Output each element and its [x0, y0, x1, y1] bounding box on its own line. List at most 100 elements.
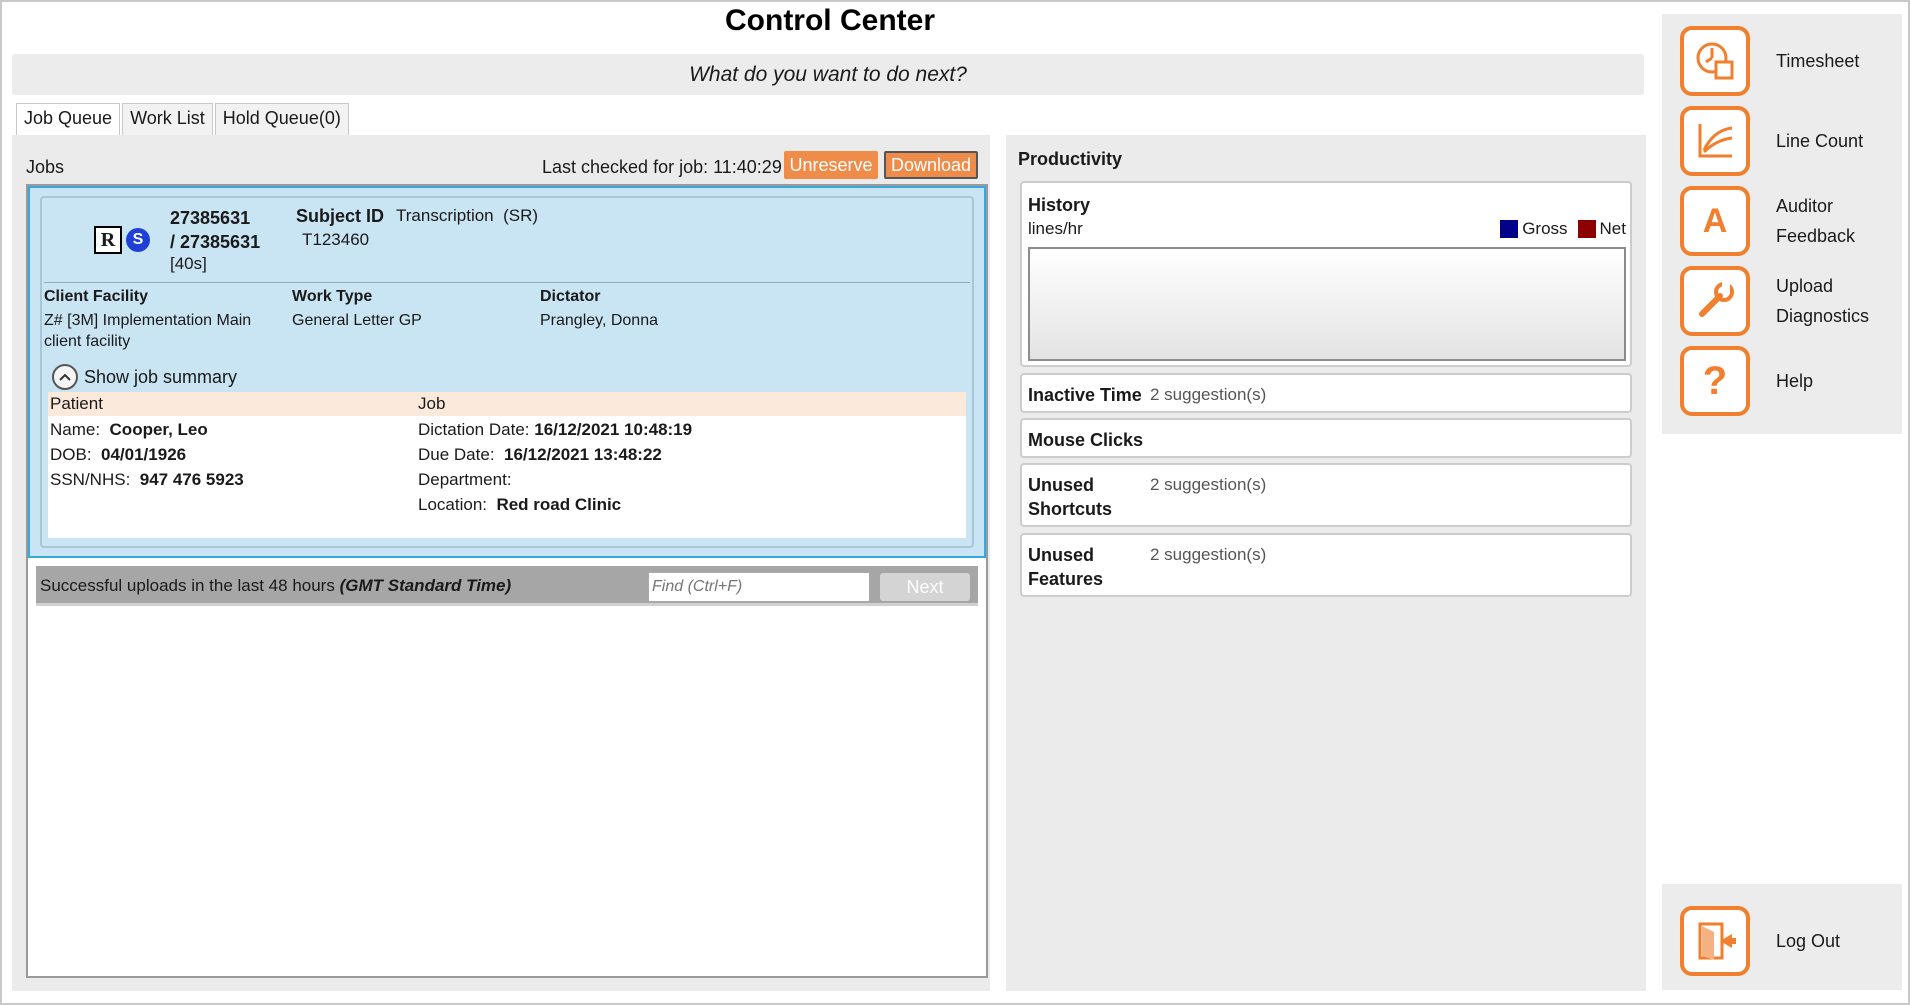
find-input[interactable] — [648, 572, 870, 602]
sidebar-item-help[interactable]: ? Help — [1680, 346, 1813, 416]
unused-features-label-1: Unused — [1028, 545, 1095, 565]
dictator-label: Dictator — [540, 288, 601, 305]
unused-shortcuts-label-1: Unused — [1028, 475, 1095, 495]
timesheet-label: Timesheet — [1776, 51, 1860, 71]
sidebar-item-line-count[interactable]: Line Count — [1680, 106, 1863, 176]
jobs-panel: Jobs Last checked for job: 11:40:29 Unre… — [12, 135, 990, 991]
tab-hold-queue[interactable]: Hold Queue(0) — [214, 103, 349, 135]
wrench-icon — [1680, 266, 1750, 336]
uploads-label: Successful uploads in the last 48 hours — [40, 576, 335, 595]
show-job-summary-label: Show job summary — [84, 366, 238, 387]
show-job-summary-toggle[interactable]: Show job summary — [52, 364, 237, 390]
line-count-icon — [1680, 106, 1750, 176]
upload-diagnostics-label-1: Upload — [1776, 276, 1834, 296]
location-row: Location: Red road Clinic — [418, 495, 621, 515]
productivity-title: Productivity — [1018, 149, 1123, 169]
inactive-time-box[interactable]: Inactive Time 2 suggestion(s) — [1020, 373, 1632, 413]
inactive-time-label: Inactive Time — [1028, 385, 1142, 405]
uploads-bar: Successful uploads in the last 48 hours … — [36, 566, 978, 606]
history-title: History — [1028, 195, 1091, 215]
unused-features-box[interactable]: Unused Features 2 suggestion(s) — [1020, 533, 1632, 597]
name-label: Name: — [50, 420, 101, 439]
upload-diagnostics-label: Upload Diagnostics — [1776, 271, 1869, 331]
productivity-panel: Productivity History lines/hr Gross Net … — [1006, 135, 1646, 991]
uploads-timezone: (GMT Standard Time) — [339, 576, 512, 595]
next-button[interactable]: Next — [880, 573, 970, 601]
tab-work-list[interactable]: Work List — [122, 103, 213, 135]
timesheet-icon — [1680, 26, 1750, 96]
tab-bar: Job Queue Work List Hold Queue(0) — [16, 103, 351, 135]
job-id-line2: / 27385631 — [170, 232, 261, 252]
auditor-glyph: A — [1702, 201, 1728, 240]
line-count-label: Line Count — [1776, 131, 1864, 151]
location-value: Red road Clinic — [496, 495, 622, 514]
subject-id-value: T123460 — [302, 230, 370, 249]
history-legend: Gross Net — [1490, 219, 1626, 239]
unused-features-label-2: Features — [1028, 569, 1104, 589]
patient-header: Patient — [50, 394, 103, 413]
auditor-feedback-icon: A — [1680, 186, 1750, 256]
transcription-label: Transcription — [396, 206, 494, 225]
work-type-value: General Letter GP — [292, 312, 422, 329]
page-title: Control Center — [725, 4, 935, 37]
transcription-mode: (SR) — [503, 206, 539, 225]
jobs-label: Jobs — [26, 157, 65, 177]
logout-icon — [1680, 906, 1750, 976]
job-age: [40s] — [170, 254, 207, 273]
sidebar-item-timesheet[interactable]: Timesheet — [1680, 26, 1859, 96]
unused-shortcuts-label-2: Shortcuts — [1028, 499, 1113, 519]
unused-shortcuts-label: Unused Shortcuts — [1028, 473, 1112, 521]
net-swatch — [1577, 220, 1596, 238]
r-badge-icon: R — [94, 226, 122, 254]
unused-features-label: Unused Features — [1028, 543, 1103, 591]
inactive-time-suggestions: 2 suggestion(s) — [1150, 385, 1267, 404]
client-facility-label: Client Facility — [44, 288, 149, 305]
jobs-list: R S 27385631 / 27385631 [40s] Subject ID… — [26, 184, 988, 978]
unreserve-button[interactable]: Unreserve — [784, 151, 878, 179]
auditor-feedback-label-1: Auditor — [1776, 196, 1834, 216]
dob-label: DOB: — [50, 445, 92, 464]
transcription-type: Transcription (SR) — [396, 206, 538, 226]
job-id: 27385631 / 27385631 — [170, 206, 260, 254]
download-button[interactable]: Download — [884, 151, 978, 179]
job-card[interactable]: R S 27385631 / 27385631 [40s] Subject ID… — [28, 186, 986, 558]
due-date-value: 16/12/2021 13:48:22 — [504, 445, 662, 464]
department-label: Department: — [418, 470, 512, 489]
job-type-badge: R S — [94, 226, 150, 254]
logout-panel: Log Out — [1662, 884, 1902, 990]
unused-features-suggestions: 2 suggestion(s) — [1150, 545, 1267, 564]
unused-shortcuts-suggestions: 2 suggestion(s) — [1150, 475, 1267, 494]
logout-label: Log Out — [1776, 931, 1841, 951]
patient-name-row: Name: Cooper, Leo — [50, 420, 208, 440]
last-checked-text: Last checked for job: 11:40:29 — [542, 157, 782, 177]
dictation-date-value: 16/12/2021 10:48:19 — [534, 420, 693, 439]
mouse-clicks-box[interactable]: Mouse Clicks — [1020, 418, 1632, 458]
work-type-label: Work Type — [292, 288, 373, 305]
sidebar-item-auditor-feedback[interactable]: A Auditor Feedback — [1680, 186, 1855, 256]
job-summary-table: Patient Job Name: Cooper, Leo DOB: 04/01… — [48, 392, 966, 538]
upload-diagnostics-label-2: Diagnostics — [1776, 306, 1870, 326]
s-badge-icon: S — [126, 228, 150, 252]
summary-header: Patient Job — [48, 392, 966, 416]
department-row: Department: — [418, 470, 516, 490]
auditor-feedback-label: Auditor Feedback — [1776, 191, 1855, 251]
ssn-value: 947 476 5923 — [139, 470, 244, 489]
dictation-date-row: Dictation Date: 16/12/2021 10:48:19 — [418, 420, 692, 440]
help-icon: ? — [1680, 346, 1750, 416]
action-sidebar: Timesheet Line Count A Auditor Feedback — [1662, 14, 1902, 434]
unused-shortcuts-box[interactable]: Unused Shortcuts 2 suggestion(s) — [1020, 463, 1632, 527]
card-divider — [44, 282, 970, 283]
patient-dob-row: DOB: 04/01/1926 — [50, 445, 186, 465]
due-date-row: Due Date: 16/12/2021 13:48:22 — [418, 445, 662, 465]
legend-net: Net — [1599, 219, 1626, 238]
sidebar-item-upload-diagnostics[interactable]: Upload Diagnostics — [1680, 266, 1869, 336]
job-id-line1: 27385631 — [170, 208, 251, 228]
dictation-date-label: Dictation Date: — [418, 420, 530, 439]
history-chart — [1028, 247, 1626, 361]
auditor-feedback-label-2: Feedback — [1776, 226, 1856, 246]
mouse-clicks-label: Mouse Clicks — [1028, 430, 1144, 450]
job-card-inner: R S 27385631 / 27385631 [40s] Subject ID… — [40, 196, 974, 548]
sidebar-item-logout[interactable]: Log Out — [1680, 906, 1840, 976]
tab-job-queue[interactable]: Job Queue — [16, 103, 121, 135]
uploads-text: Successful uploads in the last 48 hours … — [40, 576, 511, 596]
